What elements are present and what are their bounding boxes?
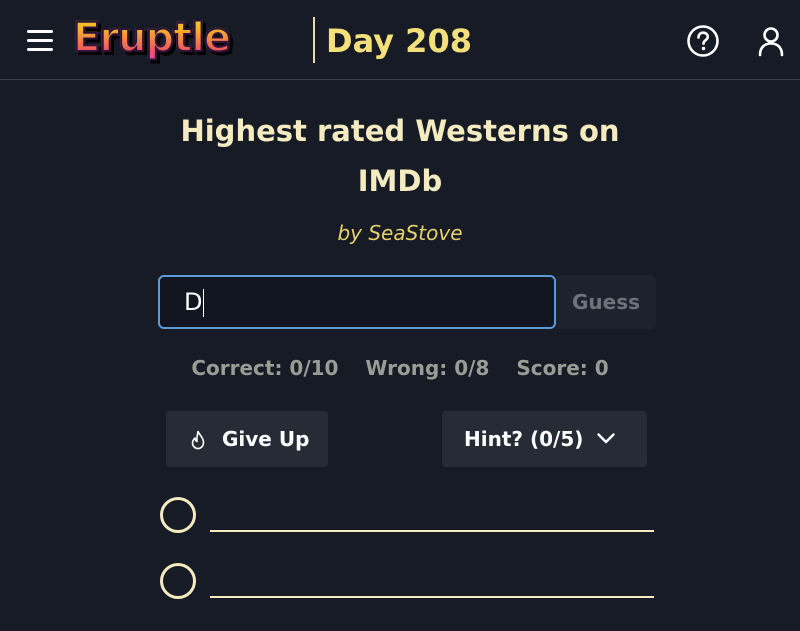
give-up-label: Give Up: [222, 427, 310, 451]
user-icon[interactable]: [754, 24, 788, 58]
answer-status-circle: [160, 563, 196, 599]
fire-icon: [191, 430, 205, 450]
hint-label: Hint? (0/5): [464, 427, 584, 451]
menu-icon[interactable]: [27, 28, 55, 54]
correct-count: Correct: 0/10: [191, 356, 339, 380]
answer-text: [210, 567, 654, 595]
guess-button[interactable]: Guess: [556, 275, 656, 329]
answer-status-circle: [160, 497, 196, 533]
score-value: Score: 0: [516, 356, 609, 380]
wrong-count: Wrong: 0/8: [365, 356, 490, 380]
quiz-title: Highest rated Westerns on IMDb: [180, 114, 620, 198]
day-label: Day 208: [326, 22, 472, 60]
guess-input-value: D: [184, 288, 203, 316]
answer-text: [210, 501, 654, 529]
chevron-down-icon: [597, 433, 615, 444]
top-bar: Eruptle Day 208: [0, 0, 800, 80]
hint-button[interactable]: Hint? (0/5): [442, 411, 647, 467]
help-icon[interactable]: [686, 24, 720, 58]
logo-divider: [313, 17, 315, 63]
answer-slot: [160, 497, 660, 537]
guess-input[interactable]: D: [158, 275, 556, 329]
text-caret: [203, 289, 205, 317]
score-stats: Correct: 0/10 Wrong: 0/8 Score: 0: [150, 356, 650, 380]
answer-underline: [210, 530, 654, 532]
app-frame: Eruptle Day 208 Highest rated Westerns o…: [0, 0, 800, 631]
quiz-author: by SeaStove: [337, 221, 463, 245]
give-up-button[interactable]: Give Up: [166, 411, 328, 467]
answer-slot: [160, 563, 660, 603]
logo[interactable]: Eruptle: [72, 8, 232, 68]
answer-underline: [210, 596, 654, 598]
